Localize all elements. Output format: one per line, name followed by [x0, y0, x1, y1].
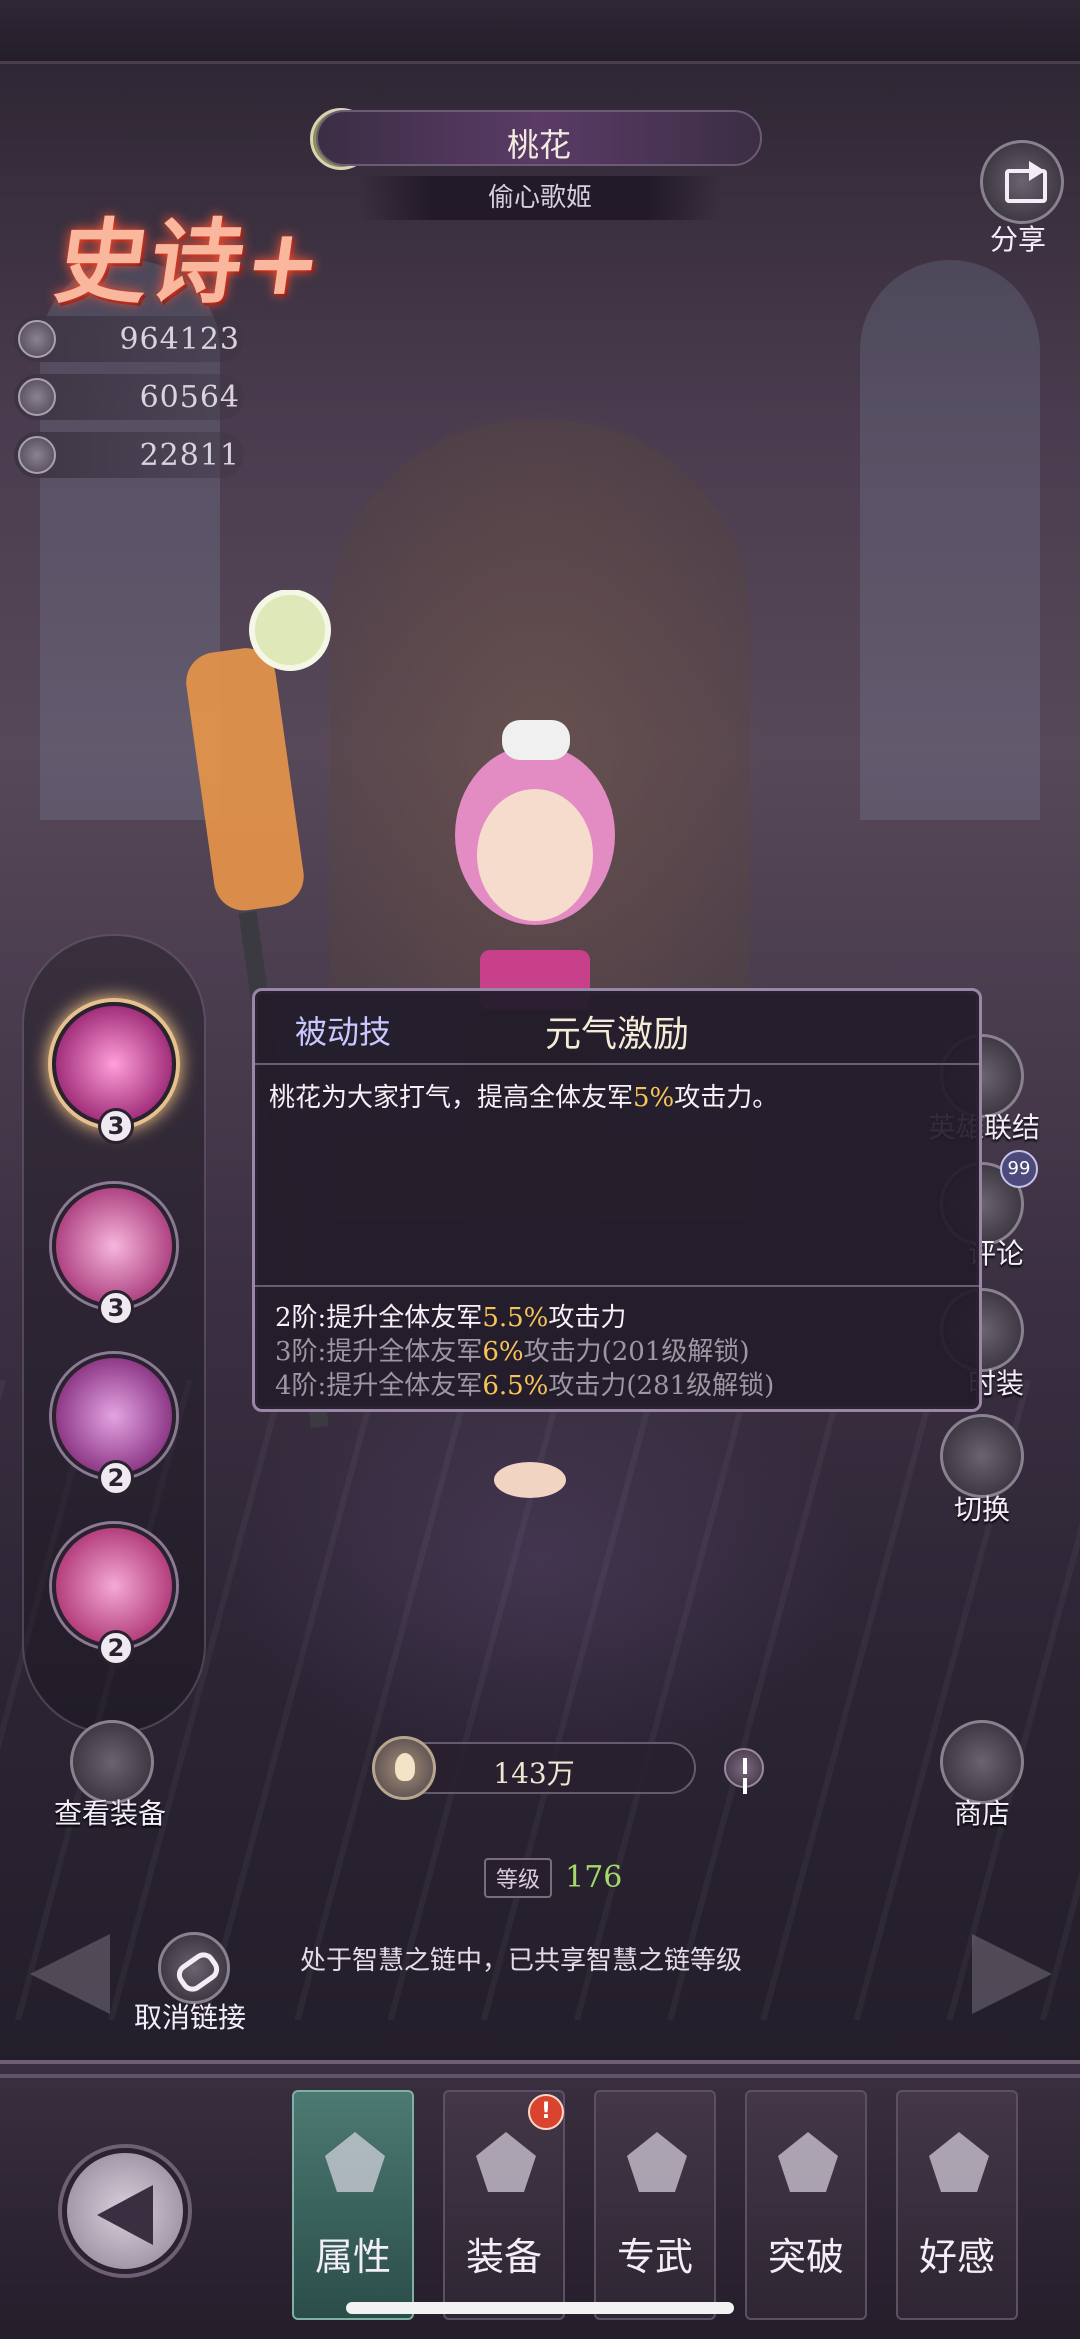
skill-desc-text: 桃花为大家打气，提高全体友军: [269, 1083, 634, 1113]
prev-hero-arrow[interactable]: [30, 1934, 110, 2014]
stat-attack: 60564: [14, 374, 244, 420]
tab-equipment-label: 装备: [465, 2235, 542, 2279]
view-equipment-label[interactable]: 查看装备: [54, 1792, 166, 1832]
skill-desc-value: 5%: [633, 1083, 675, 1113]
skill-description: 桃花为大家打气，提高全体友军5%攻击力。: [269, 1077, 969, 1114]
level-tag: 等级: [484, 1858, 553, 1898]
hero-title: 偷心歌姬: [360, 176, 720, 220]
skill-tier-list: 2阶:提升全体友军5.5%攻击力 3阶:提升全体友军6%攻击力(201级解锁) …: [255, 1285, 979, 1403]
skill-level-2: 3: [98, 1290, 134, 1326]
top-bar: [0, 0, 1080, 64]
skill-tier-3: 3阶:提升全体友军6%攻击力(201级解锁): [275, 1337, 750, 1367]
stat-health-value: 964123: [119, 322, 240, 357]
tab-affection[interactable]: 好感: [896, 2090, 1018, 2320]
power-info-icon[interactable]: [724, 1748, 764, 1788]
affection-icon: [929, 2132, 989, 2192]
share-icon[interactable]: [980, 140, 1064, 224]
hero-name-plate: 桃花: [316, 110, 762, 166]
skill-tier-2: 2阶:提升全体友军5.5%攻击力: [275, 1303, 627, 1333]
skill-level-3: 2: [98, 1460, 134, 1496]
skill-name: 元气激励: [545, 1014, 690, 1055]
attribute-icon: [325, 2132, 385, 2192]
switch-icon[interactable]: [940, 1414, 1024, 1498]
skill-popup-header: 被动技 元气激励: [255, 991, 979, 1065]
stat-defense: 22811: [14, 432, 244, 478]
tab-attributes-label: 属性: [314, 2235, 391, 2279]
switch-label[interactable]: 切换: [954, 1488, 1010, 1528]
hero-level: 等级 176: [484, 1858, 622, 1898]
skill-detail-popup: 被动技 元气激励 桃花为大家打气，提高全体友军5%攻击力。 2阶:提升全体友军5…: [252, 988, 982, 1412]
attack-icon: [18, 378, 56, 416]
equipment-tab-icon: [476, 2132, 536, 2192]
exclusive-weapon-icon: [627, 2132, 687, 2192]
unlink-label[interactable]: 取消链接: [134, 1996, 246, 2036]
unlink-icon[interactable]: [158, 1932, 230, 2004]
tab-exclusive-weapon-label: 专武: [616, 2235, 693, 2279]
combat-power-value: 143万: [493, 1757, 575, 1790]
skill-slot-1[interactable]: 3: [52, 1002, 176, 1144]
skill-slot-4[interactable]: 2: [52, 1524, 176, 1666]
wisdom-chain-text: 处于智慧之链中，已共享智慧之链等级: [300, 1946, 743, 1976]
skill-slot-3[interactable]: 2: [52, 1354, 176, 1496]
skill-desc-suffix: 攻击力。: [674, 1083, 779, 1113]
skill-level-1: 3: [98, 1108, 134, 1144]
comment-badge: 99: [1000, 1150, 1038, 1188]
stat-health: 964123: [14, 316, 244, 362]
shop-label[interactable]: 商店: [954, 1792, 1010, 1832]
back-arrow-icon[interactable]: [62, 2148, 188, 2274]
next-hero-arrow[interactable]: [972, 1934, 1052, 2014]
tab-attributes[interactable]: 属性: [292, 2090, 414, 2320]
skill-tier-4: 4阶:提升全体友军6.5%攻击力(281级解锁): [275, 1371, 775, 1401]
skill-type: 被动技: [295, 1013, 392, 1051]
home-indicator[interactable]: [346, 2302, 734, 2314]
stat-attack-value: 60564: [139, 380, 240, 415]
tab-breakthrough-label: 突破: [767, 2235, 844, 2279]
window-arch-right: [860, 260, 1040, 820]
combat-power: 143万: [372, 1736, 696, 1800]
tab-affection-label: 好感: [918, 2235, 995, 2279]
rarity-badge: 史诗+: [49, 208, 332, 316]
tab-breakthrough[interactable]: 突破: [745, 2090, 867, 2320]
breakthrough-icon: [778, 2132, 838, 2192]
stat-defense-value: 22811: [139, 438, 240, 473]
hero-name: 桃花: [506, 126, 571, 164]
share-label[interactable]: 分享: [990, 218, 1046, 258]
tab-exclusive-weapon[interactable]: 专武: [594, 2090, 716, 2320]
skill-slot-2[interactable]: 3: [52, 1184, 176, 1326]
level-value: 176: [565, 1860, 623, 1895]
defense-icon: [18, 436, 56, 474]
equipment-alert-badge: !: [528, 2094, 564, 2130]
skill-level-4: 2: [98, 1630, 134, 1666]
health-icon: [18, 320, 56, 358]
